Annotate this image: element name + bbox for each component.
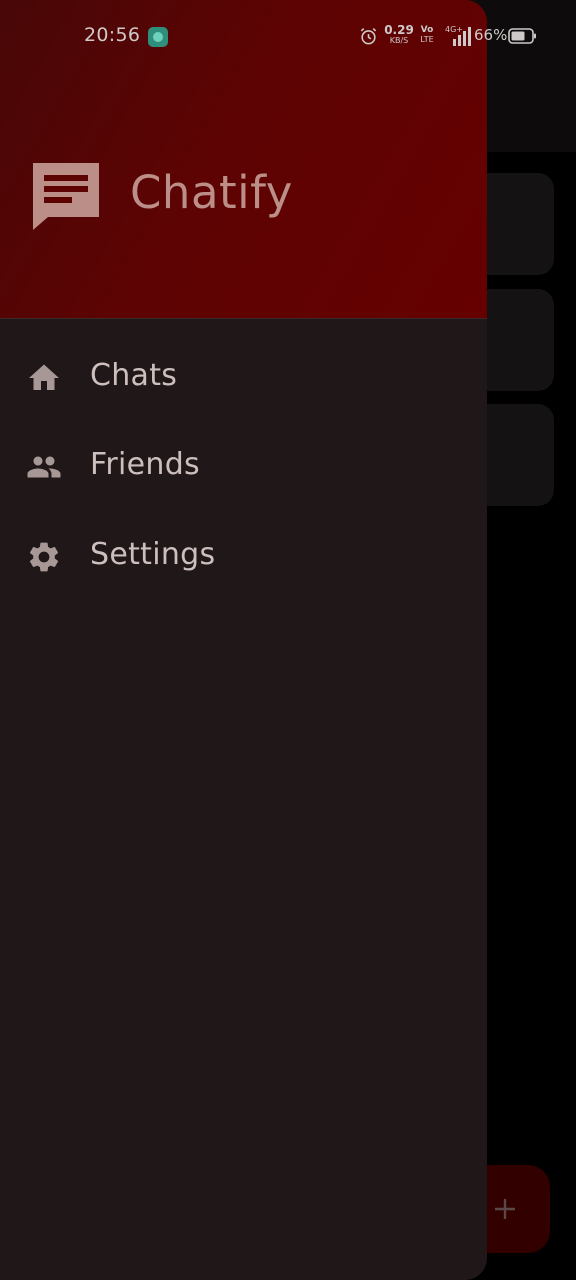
network-speed-unit: KB/S bbox=[389, 36, 409, 45]
app-notification-icon bbox=[148, 27, 168, 47]
signal-icon bbox=[453, 27, 471, 46]
nav-item-friends[interactable]: Friends bbox=[0, 425, 487, 509]
volte-bottom: LTE bbox=[420, 35, 434, 44]
status-bar: 20:56 0.29 KB/S Vo LTE 4G+ 66% bbox=[0, 0, 576, 74]
volte-top: Vo bbox=[420, 25, 434, 35]
gear-icon bbox=[29, 542, 59, 572]
nav-item-label: Settings bbox=[90, 537, 216, 572]
battery-percent: 66% bbox=[474, 26, 508, 44]
network-speed-value: 0.29 bbox=[384, 23, 414, 37]
alarm-icon bbox=[360, 28, 377, 45]
home-icon bbox=[29, 364, 59, 390]
nav-item-label: Friends bbox=[90, 447, 200, 482]
screen: Chatify Chats Friends Settings 20:56 0.2… bbox=[0, 0, 576, 1280]
volte-indicator: Vo LTE bbox=[419, 25, 435, 45]
chat-bubble-icon bbox=[33, 163, 99, 230]
plus-icon bbox=[495, 1199, 515, 1219]
navigation-drawer: Chatify Chats Friends Settings bbox=[0, 0, 487, 1280]
battery-icon bbox=[508, 28, 536, 44]
status-time: 20:56 bbox=[84, 24, 141, 46]
network-speed: 0.29 KB/S bbox=[384, 24, 414, 45]
nav-item-chats[interactable]: Chats bbox=[0, 336, 487, 420]
nav-item-label: Chats bbox=[90, 358, 178, 393]
app-title: Chatify bbox=[130, 166, 293, 219]
people-icon bbox=[27, 456, 61, 478]
nav-item-settings[interactable]: Settings bbox=[0, 515, 487, 599]
